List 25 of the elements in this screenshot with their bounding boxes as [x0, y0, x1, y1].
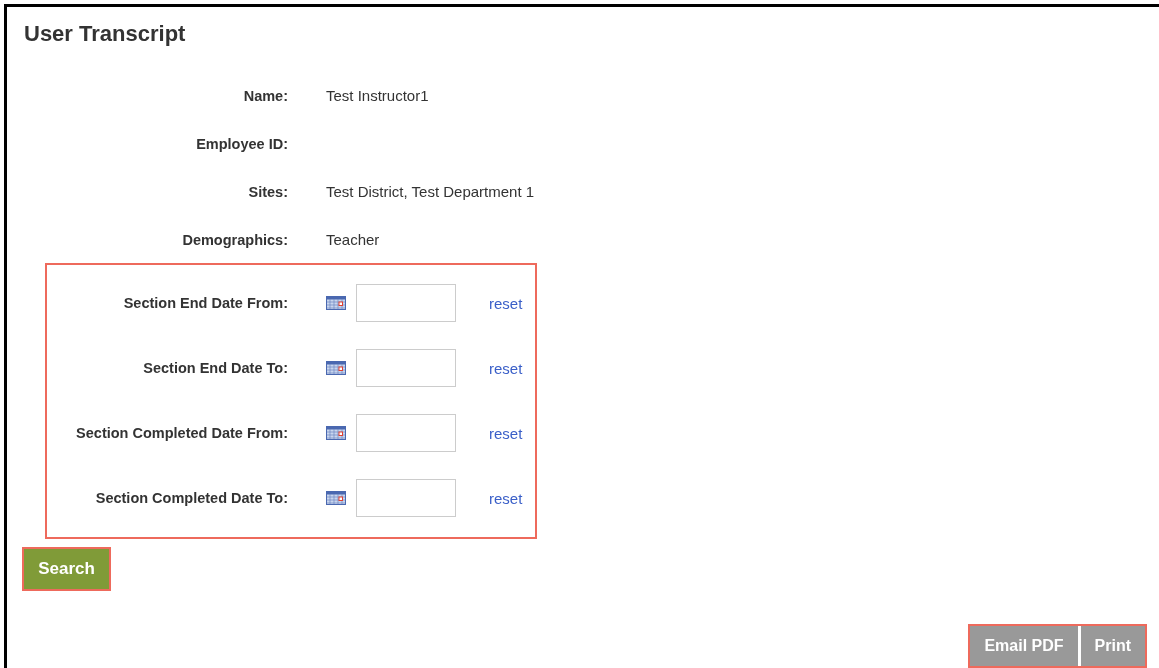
reset-link[interactable]: reset [489, 489, 523, 507]
field-label: Section Completed Date From: [75, 425, 288, 441]
calendar-icon[interactable] [326, 296, 346, 310]
field-label: Name: [242, 87, 288, 104]
field-label: Employee ID: [195, 135, 288, 152]
calendar-icon[interactable] [326, 491, 346, 505]
reset-link[interactable]: reset [489, 359, 523, 377]
date-input[interactable] [356, 414, 456, 452]
field-value: Test District, Test Department 1 [326, 183, 535, 200]
field-value: Test Instructor1 [326, 87, 429, 104]
field-value: Teacher [326, 231, 380, 248]
field-label: Sites: [247, 183, 288, 200]
date-input[interactable] [356, 349, 456, 387]
field-label: Demographics: [181, 231, 288, 248]
field-label: Section Completed Date To: [94, 490, 288, 506]
date-input[interactable] [356, 284, 456, 322]
field-label: Section End Date To: [142, 360, 288, 376]
search-button[interactable]: Search [22, 547, 111, 591]
calendar-icon[interactable] [326, 426, 346, 440]
reset-link[interactable]: reset [489, 424, 523, 442]
calendar-icon[interactable] [326, 361, 346, 375]
reset-link[interactable]: reset [489, 294, 523, 312]
field-label: Section End Date From: [122, 295, 288, 311]
date-input[interactable] [356, 479, 456, 517]
page-title: User Transcript [24, 21, 187, 48]
